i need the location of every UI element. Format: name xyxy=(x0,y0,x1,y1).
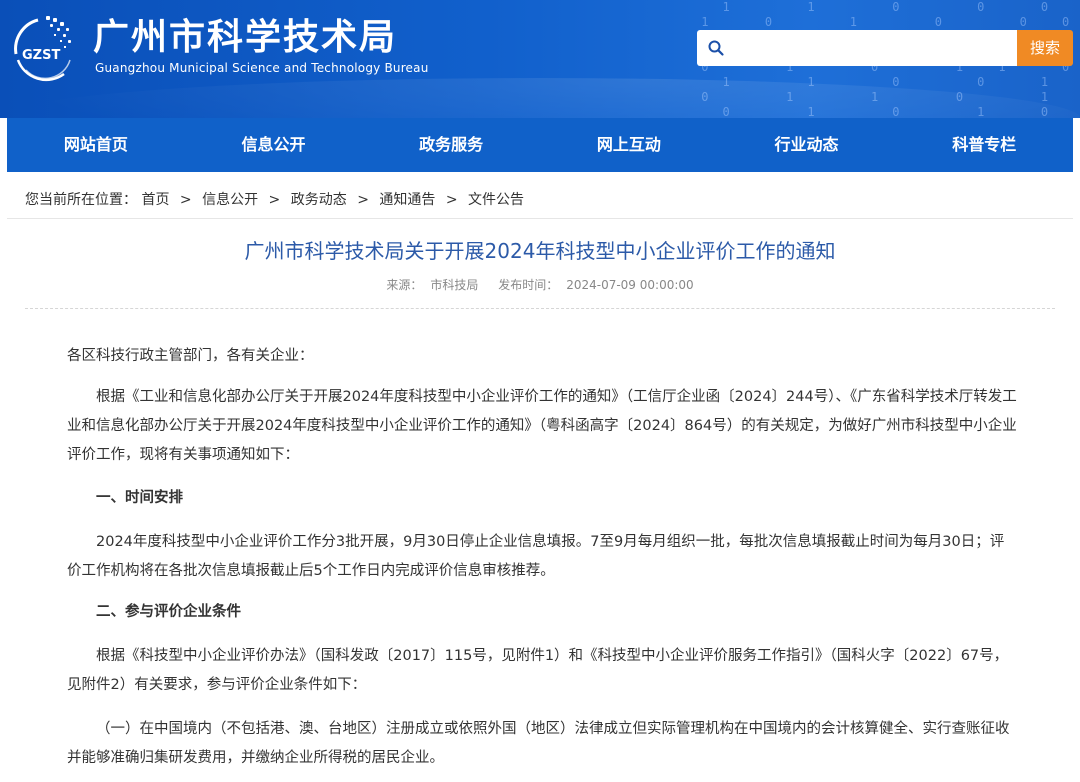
article-paragraph: 根据《工业和信息化部办公厅关于开展2024年度科技型中小企业评价工作的通知》（工… xyxy=(67,389,1017,463)
nav-item-info-disclosure[interactable]: 信息公开 xyxy=(185,118,363,172)
article-paragraph: （一）在中国境内（不包括港、澳、台地区）注册成立或依照外国（地区）法律成立但实际… xyxy=(67,721,1010,766)
nav-item-online-interaction[interactable]: 网上互动 xyxy=(540,118,718,172)
search-box[interactable] xyxy=(697,30,1017,66)
breadcrumb-home[interactable]: 首页 xyxy=(141,192,169,208)
logo-text: GZST xyxy=(22,48,60,63)
breadcrumb-info-disclosure[interactable]: 信息公开 xyxy=(202,192,258,208)
article-title: 广州市科学技术局关于开展2024年科技型中小企业评价工作的通知 xyxy=(244,239,836,263)
nav-item-science-popularization[interactable]: 科普专栏 xyxy=(895,118,1073,172)
search-button[interactable]: 搜索 xyxy=(1017,30,1073,66)
breadcrumb: 您当前所在位置： 首页 > 信息公开 > 政务动态 > 通知通告 > 文件公告 xyxy=(25,191,524,209)
breadcrumb-gov-news[interactable]: 政务动态 xyxy=(291,192,347,208)
article-meta: 来源： 市科技局 发布时间： 2024-07-09 00:00:00 xyxy=(7,277,1073,293)
breadcrumb-prefix: 您当前所在位置： xyxy=(25,192,137,208)
article-date: 2024-07-09 00:00:00 xyxy=(566,278,694,292)
nav-item-gov-services[interactable]: 政务服务 xyxy=(362,118,540,172)
source-label: 来源： xyxy=(386,278,423,292)
divider xyxy=(7,218,1073,219)
nav-item-home[interactable]: 网站首页 xyxy=(7,118,185,172)
article-source: 市科技局 xyxy=(430,278,479,292)
section-heading: 二、参与评价企业条件 xyxy=(96,604,241,620)
search-input[interactable] xyxy=(731,34,1013,62)
content-area: 您当前所在位置： 首页 > 信息公开 > 政务动态 > 通知通告 > 文件公告 … xyxy=(7,172,1073,782)
breadcrumb-separator: > xyxy=(179,192,192,208)
breadcrumb-separator: > xyxy=(268,192,281,208)
date-label: 发布时间： xyxy=(498,278,559,292)
article-paragraph: 2024年度科技型中小企业评价工作分3批开展，9月30日停止企业信息填报。7至9… xyxy=(67,534,1005,579)
divider xyxy=(25,308,1055,309)
breadcrumb-documents[interactable]: 文件公告 xyxy=(468,192,524,208)
site-title[interactable]: 广州市科学技术局 xyxy=(93,18,397,58)
breadcrumb-separator: > xyxy=(445,192,458,208)
site-subtitle: Guangzhou Municipal Science and Technolo… xyxy=(95,61,429,75)
main-nav: 网站首页 信息公开 政务服务 网上互动 行业动态 科普专栏 xyxy=(7,118,1073,172)
breadcrumb-notices[interactable]: 通知通告 xyxy=(379,192,435,208)
search-icon[interactable] xyxy=(707,39,725,57)
article-paragraph: 根据《科技型中小企业评价办法》（国科发政〔2017〕115号，见附件1）和《科技… xyxy=(67,648,1009,693)
salutation: 各区科技行政主管部门，各有关企业： xyxy=(67,348,314,364)
header-banner: 1 1 0 0 0 1 0 1 0 0 0 0 1 1 0 0 1 1 0 1 … xyxy=(0,0,1080,118)
gzst-logo-icon[interactable]: GZST xyxy=(8,12,80,86)
section-heading: 一、时间安排 xyxy=(96,490,183,506)
nav-item-industry-news[interactable]: 行业动态 xyxy=(718,118,896,172)
breadcrumb-separator: > xyxy=(357,192,369,208)
